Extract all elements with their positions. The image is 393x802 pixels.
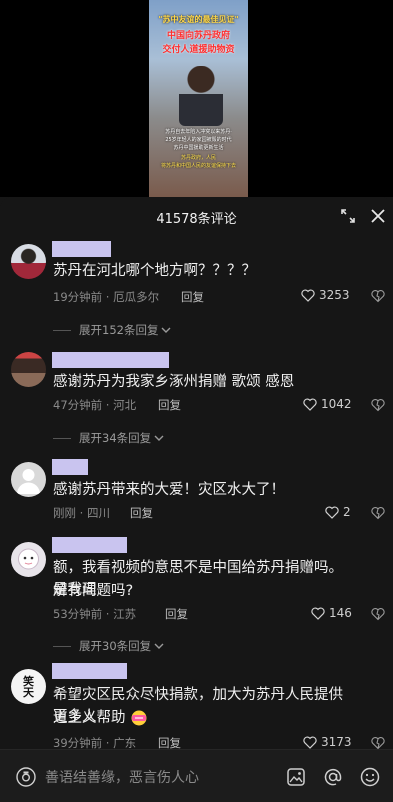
comment-time: 47分钟前 xyxy=(53,398,103,412)
comment-meta: 19分钟前 · 厄瓜多尔 xyxy=(53,290,160,304)
thumbnail-title-3: 交付人道援助物资 xyxy=(162,45,235,55)
like-count: 3253 xyxy=(319,288,350,302)
like-count: 146 xyxy=(329,606,352,620)
like-button[interactable]: 146 xyxy=(311,606,352,620)
like-count: 3173 xyxy=(321,735,352,749)
username-redacted[interactable] xyxy=(52,537,127,553)
comment-location: 广东 xyxy=(113,736,137,750)
image-icon[interactable] xyxy=(285,766,307,788)
comment-location: 江苏 xyxy=(113,607,137,621)
thumbnail-caption: 25岁年轻人的家园被毁的时代 xyxy=(165,137,232,143)
video-thumbnail[interactable]: "苏中友谊的最佳见证" 中国向苏丹政府 交付人道援助物资 苏丹自去年陷入冲突以来… xyxy=(149,0,248,197)
comment-time: 19分钟前 xyxy=(53,290,103,304)
dislike-icon[interactable] xyxy=(371,506,385,520)
heart-icon xyxy=(301,288,315,302)
comment-meta: 刚刚 · 四川 xyxy=(53,506,110,520)
username-redacted[interactable] xyxy=(52,352,169,368)
reply-button[interactable]: 回复 xyxy=(165,606,188,622)
heart-icon xyxy=(303,397,317,411)
dislike-icon[interactable] xyxy=(371,736,385,750)
chevron-down-icon xyxy=(154,435,164,441)
expand-icon[interactable] xyxy=(341,209,355,223)
like-button[interactable]: 3173 xyxy=(303,735,352,749)
comment-input[interactable]: 善语结善缘，恶言伤人心 xyxy=(45,767,199,787)
comment-text: 感谢苏丹带来的大爱！灾区水大了！ xyxy=(53,482,285,498)
dislike-icon[interactable] xyxy=(371,398,385,412)
comment-text-line-2-wrap: 道主义帮助 xyxy=(53,707,353,729)
divider-line xyxy=(53,645,71,647)
avatar[interactable]: 笑天 xyxy=(11,669,46,704)
comment-input-bar[interactable]: 善语结善缘，恶言伤人心 xyxy=(0,749,393,802)
dislike-icon[interactable] xyxy=(371,607,385,621)
comment-meta: 47分钟前 · 河北 xyxy=(53,398,137,412)
comments-panel: 41578条评论 苏丹在河北哪个地方啊？？？？ 19分钟前 · 厄瓜多尔 回复 … xyxy=(0,197,393,801)
avatar[interactable] xyxy=(11,462,46,497)
comment-text: 苏丹在河北哪个地方啊？？？？ xyxy=(53,263,256,279)
person-figure xyxy=(179,66,223,126)
expand-replies-label: 展开152条回复 xyxy=(79,323,159,337)
avatar-text: 笑天 xyxy=(23,674,34,699)
comment-time: 刚刚 xyxy=(53,506,76,520)
username-redacted[interactable] xyxy=(52,663,127,679)
chevron-down-icon xyxy=(161,327,171,333)
comment-time: 39分钟前 xyxy=(53,736,103,750)
thumbnail-caption: 苏丹政府，人民 xyxy=(180,155,216,161)
comment-text-line-2: 解有问题吗? xyxy=(53,583,134,599)
like-button[interactable]: 3253 xyxy=(301,288,350,302)
divider-line xyxy=(53,437,71,439)
panel-header: 41578条评论 xyxy=(0,197,393,235)
expand-replies-label: 展开34条回复 xyxy=(79,431,152,445)
username-redacted[interactable] xyxy=(52,459,88,475)
heart-icon xyxy=(325,505,339,519)
divider-line xyxy=(53,329,71,331)
camera-icon[interactable] xyxy=(16,767,36,787)
avatar[interactable] xyxy=(11,352,46,387)
thumbnail-caption: 苏丹自去年陷入冲突以来苏丹· xyxy=(165,129,232,135)
dislike-icon[interactable] xyxy=(371,289,385,303)
comment-location: 厄瓜多尔 xyxy=(113,290,160,304)
comment-time: 53分钟前 xyxy=(53,607,103,621)
like-button[interactable]: 1042 xyxy=(303,397,352,411)
reply-button[interactable]: 回复 xyxy=(130,505,153,521)
reply-button[interactable]: 回复 xyxy=(181,289,204,305)
video-preview[interactable]: "苏中友谊的最佳见证" 中国向苏丹政府 交付人道援助物资 苏丹自去年陷入冲突以来… xyxy=(0,0,393,197)
thumbnail-caption: 苏丹中国援助更新生活 xyxy=(173,145,224,151)
comment-count-title: 41578条评论 xyxy=(156,212,237,227)
expand-replies-label: 展开30条回复 xyxy=(79,639,152,653)
expand-replies-button[interactable]: 展开152条回复 xyxy=(53,322,171,338)
comment-text: 感谢苏丹为我家乡涿州捐赠 歌颂 感恩 xyxy=(53,374,295,390)
cheer-emoji-icon xyxy=(131,710,146,726)
avatar[interactable] xyxy=(11,542,46,577)
thumbnail-caption: 将苏丹和中国人民的友谊保持下去 xyxy=(160,163,236,169)
emoji-icon[interactable] xyxy=(359,766,381,788)
thumbnail-title-1: "苏中友谊的最佳见证" xyxy=(158,15,239,24)
cartoon-avatar-icon xyxy=(18,548,39,570)
reply-button[interactable]: 回复 xyxy=(158,397,181,413)
close-icon[interactable] xyxy=(370,208,386,224)
thumbnail-title-2: 中国向苏丹政府 xyxy=(166,31,230,41)
comment-meta: 53分钟前 · 江苏 xyxy=(53,607,137,621)
chevron-down-icon xyxy=(154,643,164,649)
like-count: 1042 xyxy=(321,397,352,411)
username-redacted[interactable] xyxy=(52,241,111,257)
expand-replies-button[interactable]: 展开34条回复 xyxy=(53,430,164,446)
like-count: 2 xyxy=(343,505,351,519)
at-icon[interactable] xyxy=(322,766,344,788)
expand-replies-button[interactable]: 展开30条回复 xyxy=(53,638,164,654)
avatar[interactable] xyxy=(11,244,46,279)
comment-location: 河北 xyxy=(113,398,137,412)
like-button[interactable]: 2 xyxy=(325,505,351,519)
heart-icon xyxy=(303,735,317,749)
comment-location: 四川 xyxy=(86,506,110,520)
comment-text-line-2: 道主义帮助 xyxy=(53,710,126,726)
default-avatar-icon xyxy=(17,469,40,494)
heart-icon xyxy=(311,606,325,620)
